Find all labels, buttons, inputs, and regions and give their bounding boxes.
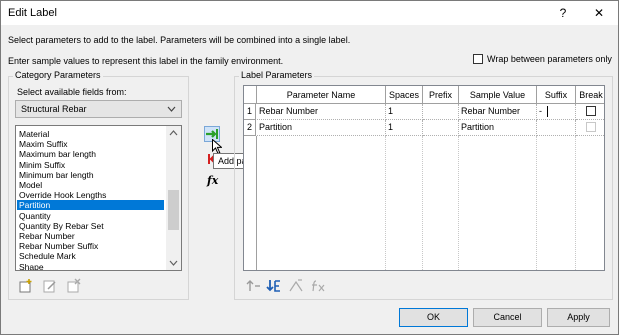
- break-cell[interactable]: [576, 120, 604, 136]
- spaces-cell[interactable]: 1: [386, 120, 423, 136]
- sample-value-cell[interactable]: Partition: [459, 120, 537, 136]
- category-dropdown-value: Structural Rebar: [21, 104, 87, 114]
- delete-parameter-icon[interactable]: [66, 278, 82, 294]
- scroll-down-icon[interactable]: [166, 256, 181, 270]
- help-button[interactable]: ?: [554, 4, 572, 22]
- edit-parameter-icon[interactable]: [42, 278, 58, 294]
- label-parameters-label: Label Parameters: [239, 70, 315, 80]
- ok-button[interactable]: OK: [399, 308, 468, 327]
- edit-label-dialog: Edit Label ? ✕ Select parameters to add …: [0, 0, 619, 335]
- row-header-corner: [244, 86, 257, 104]
- prefix-cell[interactable]: [423, 120, 459, 136]
- list-item[interactable]: Rebar Number Suffix: [19, 241, 98, 251]
- list-item[interactable]: Shape: [19, 262, 44, 270]
- sample-value-cell[interactable]: Rebar Number: [459, 104, 537, 120]
- column-guide: [575, 136, 576, 270]
- list-item[interactable]: Minimum bar length: [19, 170, 94, 180]
- row-number[interactable]: 1: [244, 104, 256, 120]
- break-checkbox[interactable]: [586, 122, 596, 132]
- select-fields-label: Select available fields from:: [17, 87, 127, 97]
- column-guide: [422, 136, 423, 270]
- close-button[interactable]: ✕: [590, 4, 608, 22]
- cancel-button[interactable]: Cancel: [473, 308, 542, 327]
- column-header-prefix[interactable]: Prefix: [423, 86, 459, 104]
- wrap-checkbox[interactable]: [473, 54, 483, 64]
- instruction-text-2: Enter sample values to represent this la…: [8, 56, 284, 66]
- list-item[interactable]: Quantity By Rebar Set: [19, 221, 104, 231]
- suffix-value: -: [539, 106, 542, 116]
- break-checkbox[interactable]: [586, 106, 596, 116]
- new-parameter-icon[interactable]: [18, 278, 34, 294]
- list-item[interactable]: Material: [19, 129, 49, 139]
- list-item[interactable]: Model: [19, 180, 42, 190]
- instruction-text-1: Select parameters to add to the label. P…: [8, 35, 351, 45]
- column-header-parameter-name[interactable]: Parameter Name: [257, 86, 386, 104]
- text-caret: [547, 106, 548, 117]
- scroll-up-icon[interactable]: [166, 126, 181, 140]
- break-cell[interactable]: [576, 104, 604, 120]
- column-guide: [536, 136, 537, 270]
- list-item[interactable]: Rebar Number: [19, 231, 75, 241]
- column-header-sample-value[interactable]: Sample Value: [459, 86, 537, 104]
- move-down-icon[interactable]: [266, 278, 282, 294]
- list-item[interactable]: Schedule Mark: [19, 251, 76, 261]
- wrap-checkbox-label: Wrap between parameters only: [487, 54, 612, 64]
- column-header-break[interactable]: Break: [576, 86, 604, 104]
- fx-icon[interactable]: fx: [207, 174, 218, 187]
- prefix-cell[interactable]: [423, 104, 459, 120]
- row-number[interactable]: 2: [244, 120, 256, 136]
- category-dropdown[interactable]: Structural Rebar: [15, 100, 182, 118]
- parameter-name-cell[interactable]: Rebar Number: [257, 104, 386, 120]
- spaces-cell[interactable]: 1: [386, 104, 423, 120]
- column-guide: [385, 136, 386, 270]
- list-scrollbar[interactable]: [166, 126, 181, 270]
- title-bar: Edit Label ? ✕: [1, 1, 618, 25]
- format-text-icon[interactable]: [288, 278, 304, 294]
- column-header-suffix[interactable]: Suffix: [537, 86, 576, 104]
- list-item[interactable]: Maxim Suffix: [19, 139, 68, 149]
- apply-button[interactable]: Apply: [547, 308, 610, 327]
- row-header-column: [244, 136, 257, 270]
- scroll-thumb[interactable]: [168, 190, 179, 230]
- column-guide: [458, 136, 459, 270]
- list-item[interactable]: Maximum bar length: [19, 149, 96, 159]
- chevron-down-icon: [167, 102, 176, 118]
- parameter-name-cell[interactable]: Partition: [257, 120, 386, 136]
- list-item[interactable]: Quantity: [19, 211, 51, 221]
- suffix-cell[interactable]: -: [537, 104, 576, 120]
- window-title: Edit Label: [8, 7, 57, 19]
- parameter-listbox[interactable]: Material Maxim Suffix Maximum bar length Mi…: [15, 125, 182, 271]
- move-up-icon[interactable]: [246, 278, 262, 294]
- list-item[interactable]: Partition: [17, 200, 164, 211]
- suffix-cell[interactable]: [537, 120, 576, 136]
- category-parameters-label: Category Parameters: [13, 70, 103, 80]
- list-item[interactable]: Override Hook Lengths: [19, 190, 106, 200]
- list-item[interactable]: Minim Suffix: [19, 160, 65, 170]
- fx-parameter-icon[interactable]: [310, 278, 326, 294]
- column-header-spaces[interactable]: Spaces: [386, 86, 423, 104]
- label-parameters-grid[interactable]: Parameter Name Spaces Prefix Sample Valu…: [243, 85, 605, 271]
